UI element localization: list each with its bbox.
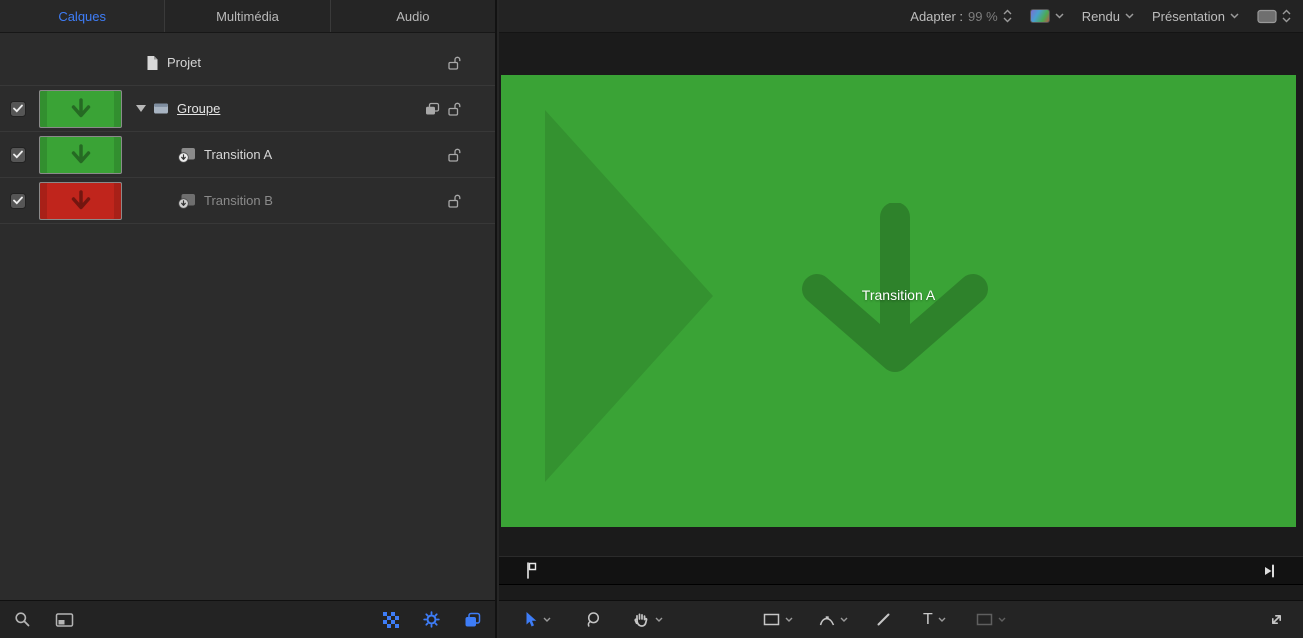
panel-tab-bar: Calques Multimédia Audio	[0, 0, 495, 33]
disclosure-triangle-icon[interactable]	[136, 105, 146, 112]
canvas-toolbar: Adapter : 99 % Rendu Présentation	[499, 0, 1303, 33]
view-menu[interactable]: Présentation	[1152, 9, 1239, 24]
thumbnail-arrow-icon	[68, 142, 94, 168]
shape-tool[interactable]	[763, 612, 793, 627]
chevron-down-icon	[655, 617, 663, 622]
chevron-down-icon	[1230, 13, 1239, 19]
transition-b-checkbox[interactable]	[10, 193, 26, 209]
transition-b-thumbnail	[39, 182, 122, 220]
bezier-icon	[819, 613, 835, 627]
zoom-label: Adapter :	[910, 9, 963, 24]
range-end-marker-icon[interactable]	[1263, 564, 1275, 583]
canvas-tools-toolbar: T	[499, 600, 1303, 638]
chevron-down-icon	[1055, 13, 1064, 19]
lock-icon[interactable]	[448, 193, 463, 208]
canvas-area: Transition A	[499, 33, 1303, 600]
layer-label[interactable]: Groupe	[177, 101, 220, 116]
group-stack-icon[interactable]	[425, 102, 440, 115]
display-menu[interactable]	[1257, 9, 1291, 24]
layer-label: Transition B	[204, 193, 273, 208]
stepper-icon	[1282, 9, 1291, 23]
stepper-icon	[1003, 9, 1012, 23]
rect-icon	[976, 612, 993, 627]
select-tool[interactable]	[525, 611, 551, 628]
file-icon	[146, 55, 159, 71]
transition-a-thumbnail	[39, 136, 122, 174]
text-tool[interactable]: T	[923, 612, 946, 628]
mask-tool-disabled[interactable]	[976, 612, 1006, 627]
tab-multimedia[interactable]: Multimédia	[165, 0, 330, 32]
checkerboard-icon[interactable]	[383, 612, 399, 628]
transition-icon	[178, 147, 196, 163]
groupe-thumbnail	[39, 90, 122, 128]
playhead-marker-icon[interactable]	[525, 561, 537, 585]
layers-icon[interactable]	[464, 612, 481, 628]
stage-label: Transition A	[501, 287, 1296, 303]
preview-frame-icon[interactable]	[55, 612, 74, 628]
render-label: Rendu	[1082, 9, 1120, 24]
render-menu[interactable]: Rendu	[1082, 9, 1134, 24]
layer-label: Transition A	[204, 147, 272, 162]
lock-icon[interactable]	[448, 101, 463, 116]
layer-list: Projet Groupe	[0, 34, 495, 599]
adjust-tool[interactable]	[585, 611, 602, 628]
layer-row-groupe[interactable]: Groupe	[0, 86, 495, 132]
hand-icon	[632, 611, 650, 628]
line-tool[interactable]	[876, 612, 891, 627]
select-arrow-icon	[525, 611, 538, 628]
lasso-icon	[585, 611, 602, 628]
expand-icon	[1268, 611, 1285, 628]
layer-label: Projet	[167, 55, 201, 70]
layers-panel-toggles	[383, 611, 481, 628]
channel-swatch	[1030, 9, 1050, 23]
chevron-down-icon	[543, 617, 551, 622]
timeline-scrubber[interactable]	[499, 556, 1303, 585]
group-icon	[153, 102, 169, 115]
chevron-down-icon	[938, 617, 946, 622]
layer-row-projet[interactable]: Projet	[0, 40, 495, 86]
zoom-menu[interactable]: Adapter : 99 %	[910, 9, 1011, 24]
line-icon	[876, 612, 891, 627]
pan-tool[interactable]	[632, 611, 663, 628]
thumbnail-arrow-icon	[68, 188, 94, 214]
chevron-down-icon	[840, 617, 848, 622]
lock-icon[interactable]	[448, 55, 463, 70]
stage[interactable]: Transition A	[501, 75, 1296, 527]
chevron-down-icon	[1125, 13, 1134, 19]
search-icon[interactable]	[14, 611, 31, 628]
transition-a-checkbox[interactable]	[10, 147, 26, 163]
canvas-panel: Adapter : 99 % Rendu Présentation	[499, 0, 1303, 638]
bezier-tool[interactable]	[819, 613, 848, 627]
layers-panel-toolbar	[0, 600, 495, 638]
channel-menu[interactable]	[1030, 9, 1064, 23]
thumbnail-arrow-icon	[68, 96, 94, 122]
transition-icon	[178, 193, 196, 209]
groupe-checkbox[interactable]	[10, 101, 26, 117]
chevron-down-icon	[785, 617, 793, 622]
rect-icon	[763, 612, 780, 627]
motion-app-window: Calques Multimédia Audio Projet	[0, 0, 1303, 638]
layer-row-transition-a[interactable]: Transition A	[0, 132, 495, 178]
lock-icon[interactable]	[448, 147, 463, 162]
layers-panel: Calques Multimédia Audio Projet	[0, 0, 497, 638]
zoom-value: 99 %	[968, 9, 998, 24]
layer-row-transition-b[interactable]: Transition B	[0, 178, 495, 224]
view-label: Présentation	[1152, 9, 1225, 24]
tab-audio[interactable]: Audio	[331, 0, 495, 32]
expand-button[interactable]	[1268, 611, 1285, 628]
chevron-down-icon	[998, 617, 1006, 622]
tab-calques[interactable]: Calques	[0, 0, 165, 32]
gear-icon[interactable]	[423, 611, 440, 628]
text-tool-label: T	[923, 612, 933, 628]
display-icon	[1257, 9, 1277, 24]
